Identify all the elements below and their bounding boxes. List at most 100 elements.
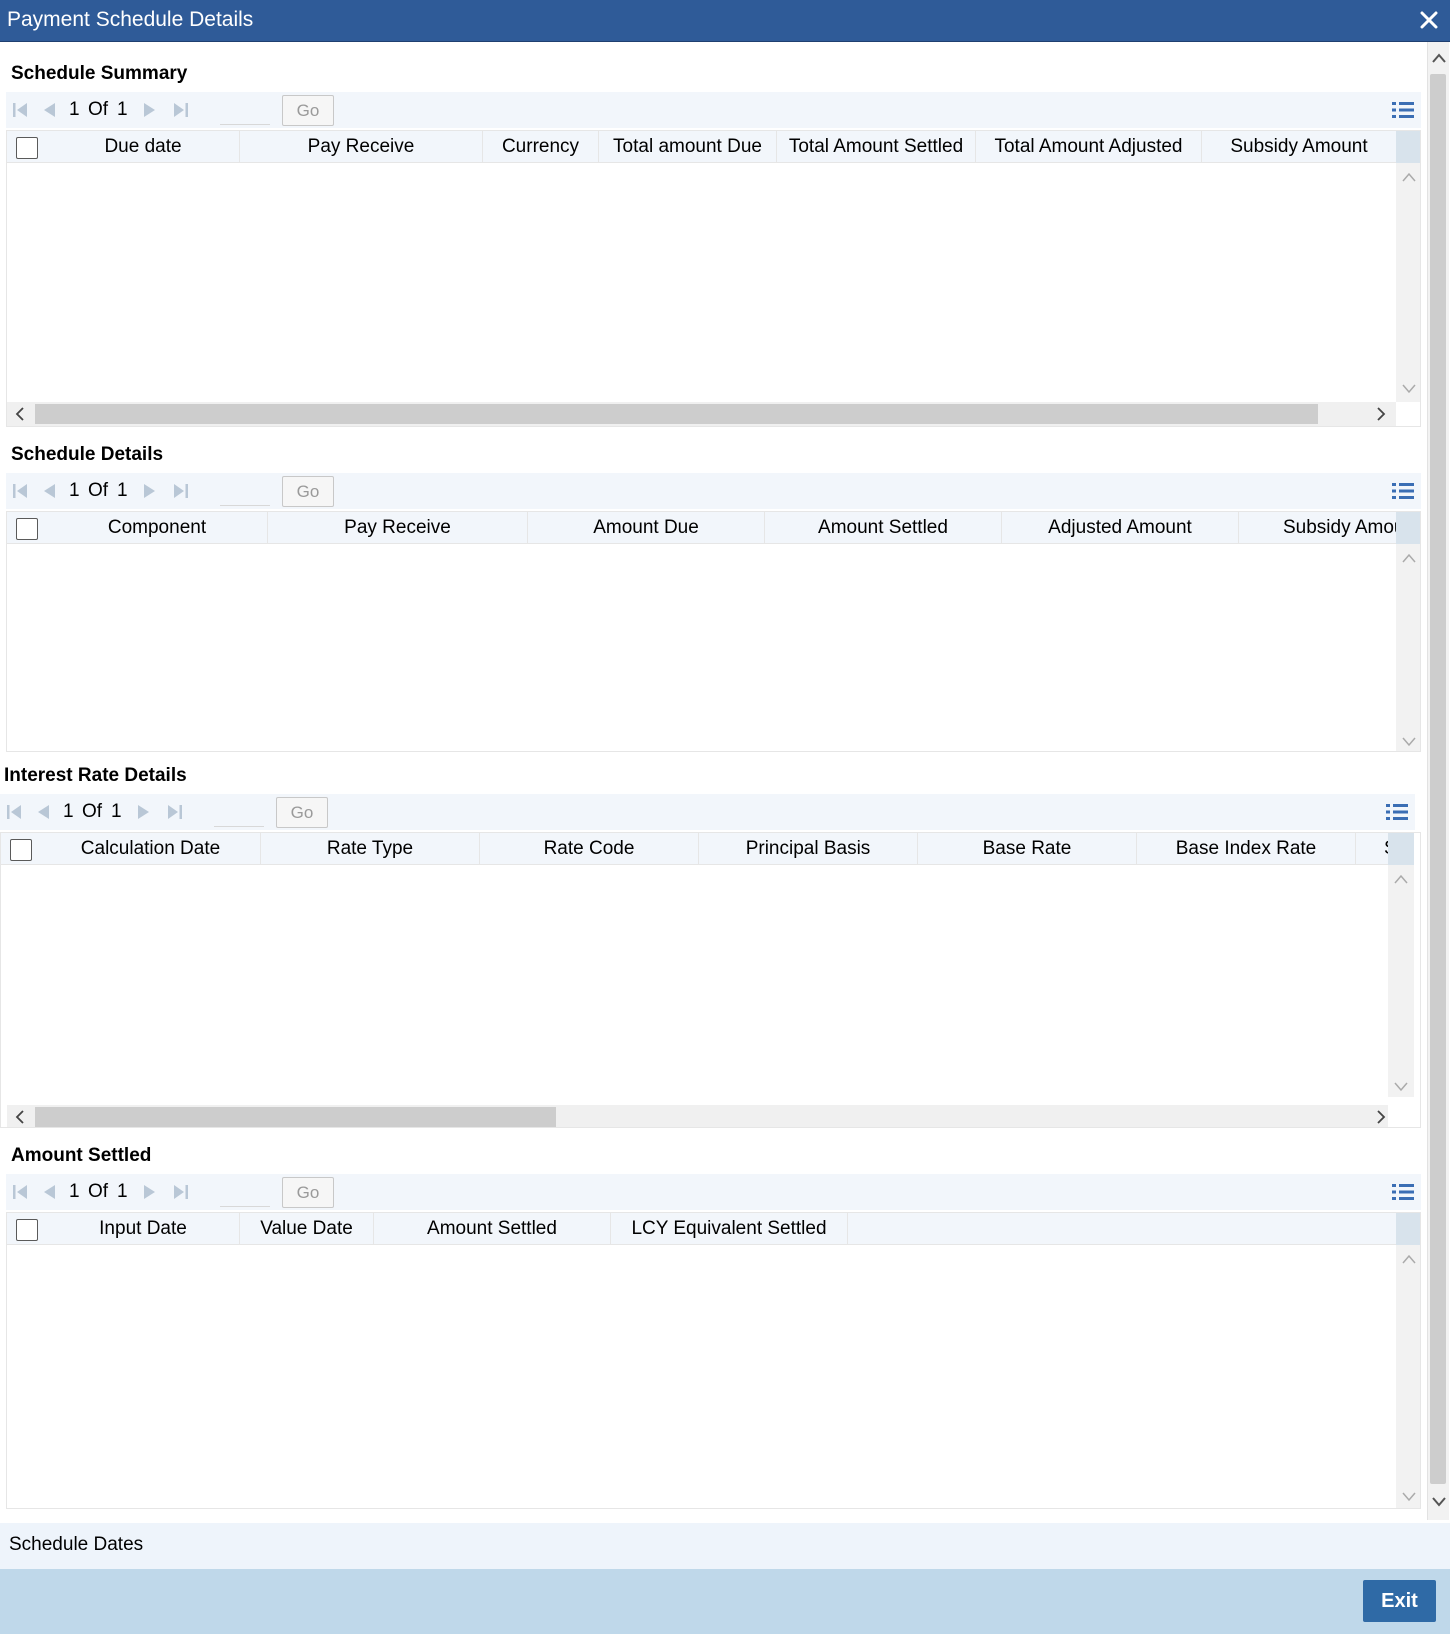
schedule-details-title: Schedule Details [11, 444, 164, 465]
scroll-up-icon[interactable] [1431, 50, 1447, 66]
page-of-label: Of [88, 480, 109, 501]
page-total: 1 [111, 801, 122, 822]
page-number-input[interactable] [220, 95, 270, 125]
column-header[interactable]: LCY Equivalent Settled [611, 1213, 848, 1245]
last-page-icon[interactable] [171, 102, 189, 118]
column-header[interactable]: Pay Receive [240, 131, 483, 163]
select-all-checkbox[interactable] [16, 518, 38, 540]
column-header[interactable]: Base Rate [918, 833, 1137, 865]
next-page-icon[interactable] [141, 483, 159, 499]
column-header[interactable]: Component [47, 512, 268, 544]
next-page-icon[interactable] [135, 804, 153, 820]
scroll-up-icon[interactable] [1401, 550, 1417, 566]
page-current: 1 [63, 801, 74, 822]
column-header[interactable]: Input Date [47, 1213, 240, 1245]
last-page-icon[interactable] [165, 804, 183, 820]
page-number-input[interactable] [220, 1177, 270, 1207]
column-menu-icon[interactable] [1392, 1183, 1414, 1201]
column-menu-icon[interactable] [1392, 482, 1414, 500]
select-all-checkbox[interactable] [16, 1219, 38, 1241]
previous-page-icon[interactable] [40, 102, 58, 118]
column-header[interactable]: Principal Basis [699, 833, 918, 865]
last-page-icon[interactable] [171, 483, 189, 499]
first-page-icon[interactable] [6, 804, 24, 820]
grid-horizontal-scrollbar[interactable] [7, 402, 1396, 426]
next-page-icon[interactable] [141, 102, 159, 118]
scroll-up-icon[interactable] [1401, 1251, 1417, 1267]
column-header[interactable]: Subsidy Amount [1202, 131, 1396, 163]
column-header[interactable]: Value Date [240, 1213, 374, 1245]
column-header[interactable]: Currency [483, 131, 599, 163]
first-page-icon[interactable] [12, 483, 30, 499]
column-header[interactable]: Amount Due [528, 512, 765, 544]
column-header[interactable]: Subsidy Amou [1239, 512, 1396, 544]
horizontal-scroll-thumb[interactable] [35, 1107, 556, 1127]
schedule-summary-title: Schedule Summary [11, 63, 188, 84]
close-icon[interactable] [1414, 4, 1444, 36]
page-number-input[interactable] [220, 476, 270, 506]
schedule-summary-grid: Due date Pay Receive Currency Total amou… [6, 130, 1421, 427]
column-menu-icon[interactable] [1386, 803, 1408, 821]
column-header[interactable]: S [1356, 833, 1388, 865]
select-all-checkbox[interactable] [10, 839, 32, 861]
select-all-checkbox[interactable] [16, 137, 38, 159]
window-titlebar: Payment Schedule Details [0, 0, 1450, 42]
grid-header: Due date Pay Receive Currency Total amou… [7, 131, 1396, 163]
page-total: 1 [117, 1181, 128, 1202]
scroll-left-icon[interactable] [12, 1109, 28, 1125]
go-button[interactable]: Go [282, 95, 334, 126]
column-header[interactable]: Calculation Date [41, 833, 261, 865]
page-vertical-scrollbar[interactable] [1427, 42, 1449, 1520]
exit-button[interactable]: Exit [1363, 1580, 1436, 1622]
scroll-up-icon[interactable] [1393, 871, 1409, 887]
page-of-label: Of [82, 801, 103, 822]
page-scroll-thumb[interactable] [1430, 74, 1446, 1484]
scroll-right-icon[interactable] [1373, 406, 1389, 422]
column-menu-icon[interactable] [1392, 101, 1414, 119]
scroll-right-icon[interactable] [1373, 1109, 1389, 1125]
previous-page-icon[interactable] [40, 1184, 58, 1200]
go-button[interactable]: Go [282, 476, 334, 507]
interest-rate-details-title: Interest Rate Details [4, 765, 187, 786]
grid-vertical-scrollbar[interactable] [1388, 833, 1414, 1097]
scroll-down-icon[interactable] [1401, 734, 1417, 750]
grid-vertical-scrollbar[interactable] [1396, 512, 1420, 751]
column-header[interactable]: Amount Settled [765, 512, 1002, 544]
grid-horizontal-scrollbar[interactable] [7, 1105, 1389, 1127]
column-header[interactable]: Pay Receive [268, 512, 528, 544]
column-header[interactable]: Rate Type [261, 833, 480, 865]
column-header[interactable]: Amount Settled [374, 1213, 611, 1245]
column-header[interactable]: Adjusted Amount [1002, 512, 1239, 544]
previous-page-icon[interactable] [40, 483, 58, 499]
horizontal-scroll-thumb[interactable] [35, 404, 1318, 424]
grid-header: Component Pay Receive Amount Due Amount … [7, 512, 1396, 544]
go-button[interactable]: Go [282, 1177, 334, 1208]
column-header[interactable]: Due date [47, 131, 240, 163]
previous-page-icon[interactable] [34, 804, 52, 820]
page-of-label: Of [88, 99, 109, 120]
scroll-up-icon[interactable] [1401, 169, 1417, 185]
grid-vertical-scrollbar[interactable] [1396, 131, 1420, 402]
scroll-down-icon[interactable] [1393, 1079, 1409, 1095]
column-header[interactable]: Total Amount Adjusted [976, 131, 1202, 163]
window-title: Payment Schedule Details [7, 8, 254, 31]
grid-header: Calculation Date Rate Type Rate Code Pri… [1, 833, 1388, 865]
go-button[interactable]: Go [276, 797, 328, 828]
grid-vertical-scrollbar[interactable] [1396, 1213, 1420, 1508]
scroll-down-icon[interactable] [1401, 1489, 1417, 1505]
column-header[interactable]: Rate Code [480, 833, 699, 865]
first-page-icon[interactable] [12, 1184, 30, 1200]
first-page-icon[interactable] [12, 102, 30, 118]
schedule-dates-link[interactable]: Schedule Dates [9, 1534, 143, 1556]
scroll-down-icon[interactable] [1401, 381, 1417, 397]
page-current: 1 [69, 480, 80, 501]
next-page-icon[interactable] [141, 1184, 159, 1200]
page-number-input[interactable] [214, 797, 264, 827]
scroll-down-icon[interactable] [1431, 1494, 1447, 1510]
column-header[interactable]: Base Index Rate [1137, 833, 1356, 865]
column-header[interactable]: Total Amount Settled [777, 131, 976, 163]
scroll-left-icon[interactable] [12, 406, 28, 422]
page-current: 1 [69, 1181, 80, 1202]
column-header[interactable]: Total amount Due [599, 131, 777, 163]
last-page-icon[interactable] [171, 1184, 189, 1200]
